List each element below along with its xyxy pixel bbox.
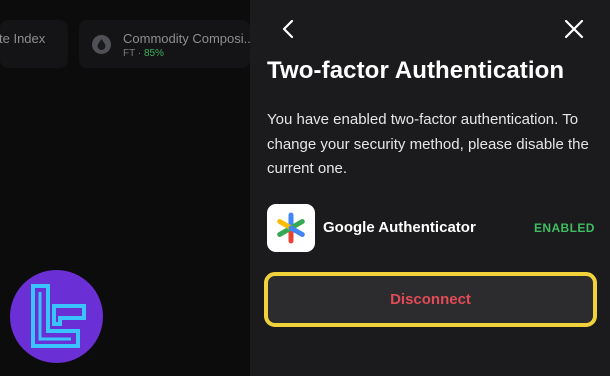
market-card-percent: 85%	[143, 48, 164, 59]
market-card-type: FT ·	[123, 48, 144, 59]
brand-logo	[10, 270, 103, 363]
close-icon[interactable]	[561, 16, 587, 42]
market-card-title: te Index	[0, 31, 46, 46]
description-text: You have enabled two-factor authenticati…	[267, 111, 589, 177]
background-page: te Index Commodity Composi... FT · 85%	[0, 0, 250, 376]
two-factor-panel: Two-factor Authentication You have enabl…	[250, 0, 610, 376]
market-card[interactable]: te Index	[0, 20, 68, 68]
status-badge: ENABLED	[534, 221, 595, 235]
chevron-left-icon[interactable]	[276, 16, 302, 42]
disconnect-button[interactable]: Disconnect	[264, 272, 597, 327]
google-authenticator-icon	[267, 204, 315, 252]
market-card-title: Commodity Composi...	[123, 31, 250, 46]
auth-method-name: Google Authenticator	[323, 219, 476, 236]
disconnect-label: Disconnect	[390, 291, 471, 308]
page-title: Two-factor Authentication	[267, 57, 565, 84]
drop-icon	[92, 35, 111, 54]
market-card[interactable]: Commodity Composi... FT · 85%	[79, 20, 250, 68]
market-card-subtitle: FT · 85%	[123, 48, 164, 59]
